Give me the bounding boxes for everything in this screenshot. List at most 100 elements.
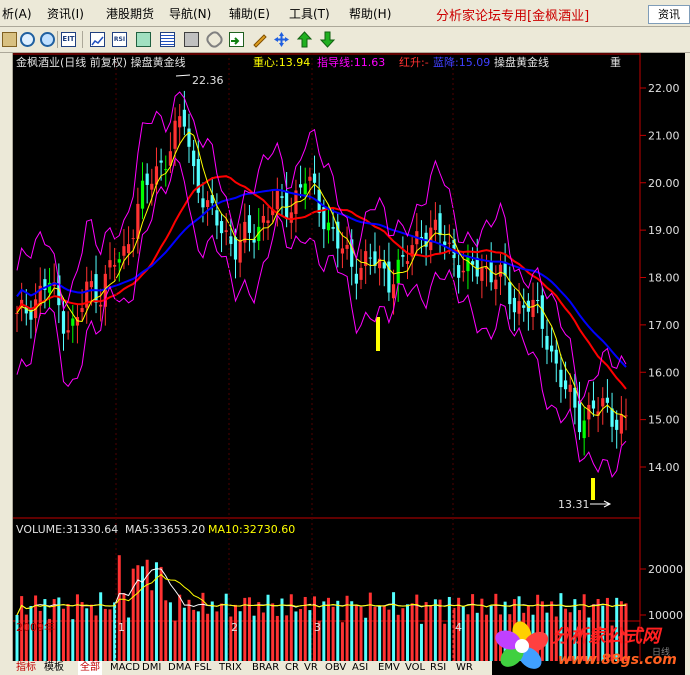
chart-area[interactable]: 22.00 21.00 20.00 19.00 18.00 17.00 16.00 15.00… bbox=[0, 53, 690, 675]
candle-body bbox=[80, 308, 84, 313]
menu-analysis[interactable]: 析(A) bbox=[2, 5, 32, 22]
volume-ma10-label: MA10:32730.60 bbox=[208, 523, 296, 536]
zoom-out-icon[interactable] bbox=[38, 30, 57, 49]
candle-body bbox=[619, 414, 623, 434]
volume-bar bbox=[424, 602, 428, 661]
news-search-box[interactable]: 资讯 bbox=[648, 5, 690, 24]
tab-vol[interactable]: VOL bbox=[405, 661, 425, 675]
candle-body bbox=[285, 190, 289, 219]
link-icon[interactable] bbox=[203, 28, 226, 51]
legend-lanjiang: 蓝降:15.09 bbox=[433, 56, 491, 69]
menu-assist[interactable]: 辅助(E) bbox=[229, 5, 270, 22]
candle-body bbox=[15, 313, 19, 315]
price-tick-label: 20.00 bbox=[648, 177, 680, 190]
candle-body bbox=[215, 210, 219, 226]
image-icon[interactable] bbox=[134, 30, 153, 49]
volume-bar bbox=[299, 609, 303, 661]
volume-bar bbox=[280, 598, 284, 661]
tab-brar[interactable]: BRAR bbox=[252, 661, 279, 675]
candle-body bbox=[340, 248, 345, 254]
import-icon[interactable] bbox=[227, 30, 246, 49]
volume-bar bbox=[387, 609, 391, 661]
price-tick-label: 15.00 bbox=[648, 414, 680, 427]
line-chart-icon[interactable] bbox=[88, 30, 107, 49]
zoom-in-icon[interactable] bbox=[18, 30, 37, 49]
tab-all[interactable]: 全部 bbox=[78, 661, 102, 675]
volume-bar bbox=[336, 600, 340, 661]
calculator-icon[interactable] bbox=[182, 30, 201, 49]
kline-chart[interactable]: 22.00 21.00 20.00 19.00 18.00 17.00 16.00 15.00… bbox=[0, 53, 690, 675]
tab-macd[interactable]: MACD bbox=[110, 661, 140, 675]
tab-obv[interactable]: OBV bbox=[325, 661, 346, 675]
candle-body bbox=[66, 330, 70, 333]
volume-bar bbox=[159, 566, 163, 661]
menu-tools[interactable]: 工具(T) bbox=[289, 5, 330, 22]
eit-icon[interactable]: EIT bbox=[59, 30, 78, 49]
menu-help[interactable]: 帮助(H) bbox=[349, 5, 391, 22]
tab-indicator[interactable]: 指标 bbox=[16, 661, 36, 675]
volume-bar bbox=[382, 605, 386, 661]
tab-emv[interactable]: EMV bbox=[378, 661, 400, 675]
tab-cr[interactable]: CR bbox=[285, 661, 299, 675]
tab-dma[interactable]: DMA bbox=[168, 661, 191, 675]
candle-body bbox=[345, 244, 349, 249]
cross-arrows-icon[interactable] bbox=[272, 30, 291, 49]
candle-body bbox=[531, 299, 535, 317]
candle-body bbox=[159, 160, 163, 163]
price-tick-label: 19.00 bbox=[648, 224, 680, 237]
candle-body bbox=[438, 213, 442, 236]
candle-body bbox=[89, 281, 93, 288]
candle-body bbox=[99, 304, 103, 307]
tab-dmi[interactable]: DMI bbox=[142, 661, 161, 675]
candle-body bbox=[164, 169, 168, 171]
tab-rsi[interactable]: RSI bbox=[430, 661, 446, 675]
candle-body bbox=[61, 311, 66, 334]
volume-bar bbox=[247, 597, 251, 661]
candle-body bbox=[131, 238, 135, 240]
candle-body bbox=[508, 282, 512, 305]
volume-bar bbox=[308, 610, 312, 661]
time-axis-year-label: 2009年 bbox=[16, 620, 55, 634]
candle-body bbox=[219, 221, 224, 234]
tab-template[interactable]: 模板 bbox=[44, 661, 64, 675]
volume-bar bbox=[187, 599, 191, 661]
candle-body bbox=[182, 109, 186, 127]
pencil-icon[interactable] bbox=[250, 30, 269, 49]
volume-bar bbox=[178, 594, 182, 661]
volume-bar bbox=[396, 614, 400, 661]
tab-wr[interactable]: WR bbox=[456, 661, 473, 675]
volume-bar bbox=[485, 614, 489, 661]
list-icon[interactable] bbox=[158, 30, 177, 49]
down-arrow-icon[interactable] bbox=[318, 30, 337, 49]
tab-vr[interactable]: VR bbox=[304, 661, 318, 675]
tab-asi[interactable]: ASI bbox=[352, 661, 368, 675]
volume-bar bbox=[99, 592, 103, 661]
legend-zhongxin: 重心:13.94 bbox=[253, 56, 311, 69]
volume-bar bbox=[85, 608, 89, 661]
menu-hk-futures[interactable]: 港股期货 bbox=[106, 5, 154, 22]
volume-bar bbox=[322, 601, 326, 661]
left-scroll-strip[interactable] bbox=[0, 53, 13, 675]
up-arrow-icon[interactable] bbox=[295, 30, 314, 49]
forum-promo-text: 分析家论坛专用[金枫酒业] bbox=[436, 9, 590, 24]
paste-icon[interactable] bbox=[0, 30, 19, 49]
volume-bar bbox=[326, 597, 330, 661]
volume-bar bbox=[94, 615, 98, 661]
candle-body bbox=[559, 369, 563, 388]
tab-fsl[interactable]: FSL bbox=[194, 661, 212, 675]
candle-body bbox=[201, 198, 205, 208]
volume-bar bbox=[206, 613, 210, 661]
volume-bar bbox=[57, 597, 61, 661]
volume-bar bbox=[224, 593, 228, 661]
right-scroll-strip[interactable] bbox=[685, 53, 690, 675]
menu-news[interactable]: 资讯(I) bbox=[47, 5, 84, 22]
candle-body bbox=[522, 305, 526, 308]
tab-trix[interactable]: TRIX bbox=[219, 661, 242, 675]
magenta-upper-band bbox=[16, 91, 627, 405]
volume-bar bbox=[215, 611, 219, 661]
candle-body bbox=[568, 384, 572, 392]
menu-navigate[interactable]: 导航(N) bbox=[169, 5, 211, 22]
volume-bar bbox=[168, 602, 172, 661]
volume-bar bbox=[117, 555, 121, 661]
rsi-icon[interactable]: RSI bbox=[110, 30, 129, 49]
